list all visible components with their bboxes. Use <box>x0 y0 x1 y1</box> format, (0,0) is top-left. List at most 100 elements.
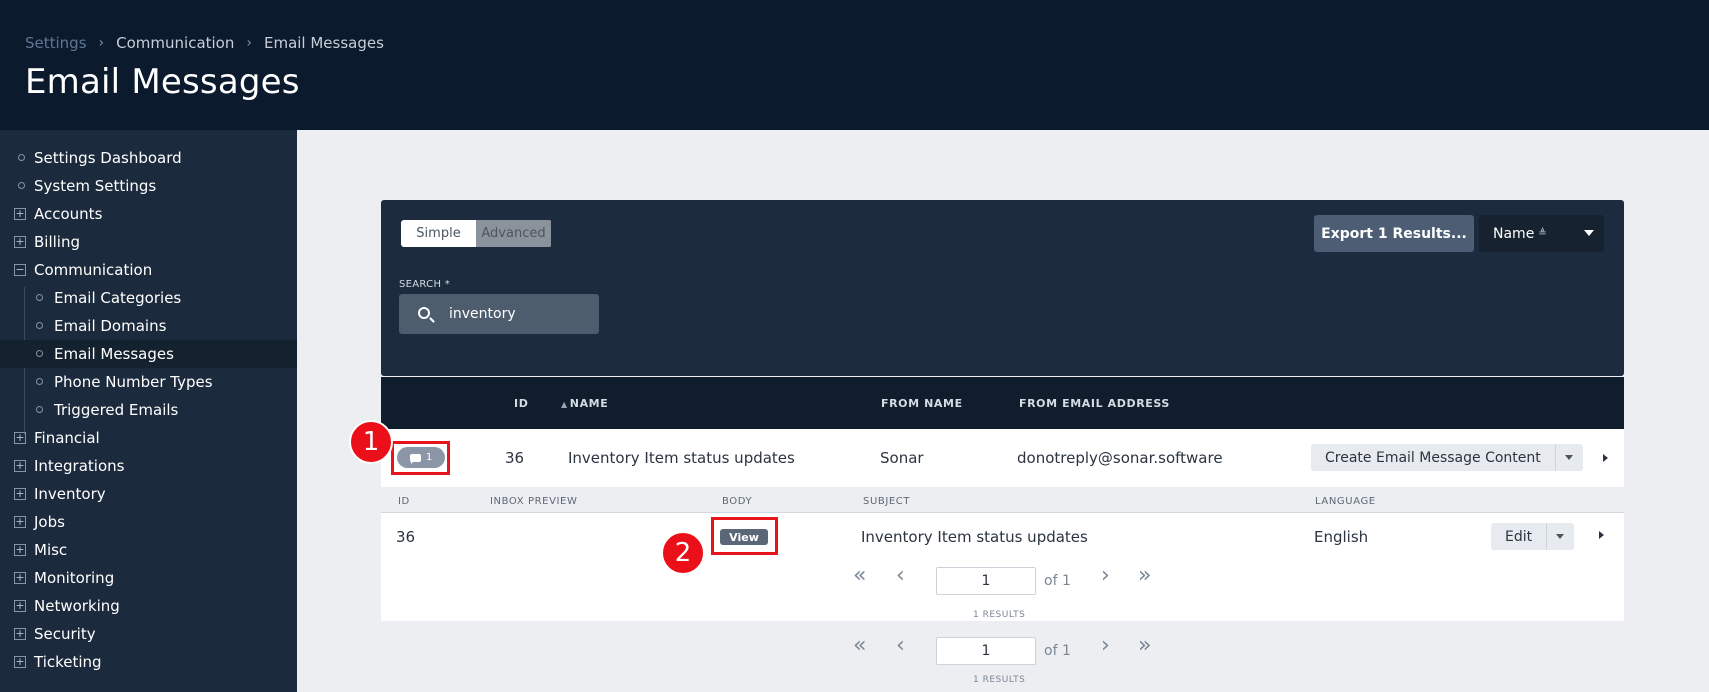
sidebar-item-settings-dashboard[interactable]: Settings Dashboard <box>0 144 297 172</box>
create-content-split-button: Create Email Message Content <box>1311 444 1583 471</box>
expand-icon: + <box>14 599 26 612</box>
circle-icon <box>36 322 43 329</box>
sidebar-item-security[interactable]: + Security <box>0 620 297 648</box>
circle-icon <box>36 406 43 413</box>
sidebar-item-label: Settings Dashboard <box>34 149 182 167</box>
sidebar-item-label: Inventory <box>34 485 106 503</box>
sidebar-item-label: Email Domains <box>54 317 167 335</box>
column-id[interactable]: ID <box>514 397 528 410</box>
sidebar-item-label: Email Categories <box>54 289 182 307</box>
search-box <box>399 294 599 334</box>
table-row[interactable]: 1 36 Inventory Item status updates Sonar… <box>381 429 1624 487</box>
sidebar-item-label: Misc <box>34 541 68 559</box>
sidebar-item-accounts[interactable]: + Accounts <box>0 200 297 228</box>
sidebar-item-label: Financial <box>34 429 100 447</box>
sub-row-language: English <box>1314 528 1369 546</box>
sidebar-item-ticketing[interactable]: + Ticketing <box>0 648 297 676</box>
sidebar-item-label: Security <box>34 625 96 643</box>
row-name: Inventory Item status updates <box>568 449 795 467</box>
circle-icon <box>18 182 25 189</box>
sidebar-item-triggered-emails[interactable]: Triggered Emails <box>0 396 297 424</box>
edit-button[interactable]: Edit <box>1491 523 1548 550</box>
column-name[interactable]: ▲ NAME <box>561 397 608 410</box>
next-page-icon[interactable]: › <box>1101 633 1110 658</box>
page-input[interactable] <box>936 567 1036 595</box>
breadcrumb-settings[interactable]: Settings <box>25 34 87 52</box>
sub-row-id: 36 <box>396 528 416 546</box>
first-page-icon[interactable]: « <box>853 633 866 658</box>
sidebar-item-system-settings[interactable]: System Settings <box>0 172 297 200</box>
prev-page-icon[interactable]: ‹ <box>896 633 905 658</box>
search-label-text: SEARCH <box>399 279 442 290</box>
export-results-button[interactable]: Export 1 Results... <box>1314 215 1474 252</box>
circle-icon <box>18 154 25 161</box>
expand-icon: + <box>14 571 26 584</box>
last-page-icon[interactable]: » <box>1138 633 1151 658</box>
caret-down-icon[interactable] <box>1547 523 1574 550</box>
sidebar-item-label: Email Messages <box>54 345 174 363</box>
sort-asc-icon: ▲ <box>561 400 568 409</box>
sidebar-item-communication[interactable]: − Communication <box>0 256 297 284</box>
column-from-name[interactable]: FROM NAME <box>881 397 963 410</box>
expand-icon: + <box>14 543 26 556</box>
sub-row-subject: Inventory Item status updates <box>861 528 1088 546</box>
expand-icon: + <box>14 515 26 528</box>
sidebar-item-label: System Settings <box>34 177 157 195</box>
prev-page-icon[interactable]: ‹ <box>896 563 905 588</box>
page-input[interactable] <box>936 637 1036 665</box>
expand-row-icon[interactable] <box>1603 454 1608 462</box>
sidebar-item-billing[interactable]: + Billing <box>0 228 297 256</box>
simple-mode-button[interactable]: Simple <box>401 220 476 247</box>
page-header: Settings › Communication › Email Message… <box>0 0 1709 130</box>
sidebar-item-monitoring[interactable]: + Monitoring <box>0 564 297 592</box>
sidebar-item-email-messages[interactable]: Email Messages <box>0 340 297 368</box>
edit-split-button: Edit <box>1491 523 1575 550</box>
sidebar-item-email-categories[interactable]: Email Categories <box>0 284 297 312</box>
search-icon <box>418 307 430 319</box>
main-pager: « ‹ of 1 › » <box>381 633 1624 667</box>
sidebar-item-financial[interactable]: + Financial <box>0 424 297 452</box>
expand-icon: + <box>14 627 26 640</box>
sub-column-language: LANGUAGE <box>1315 496 1376 507</box>
sidebar-item-networking[interactable]: + Networking <box>0 592 297 620</box>
column-from-email[interactable]: FROM EMAIL ADDRESS <box>1019 397 1170 410</box>
search-label-mark: * <box>444 279 451 290</box>
first-page-icon[interactable]: « <box>853 563 866 588</box>
breadcrumb-current: Email Messages <box>263 34 384 52</box>
chevron-right-icon: › <box>98 35 105 51</box>
sidebar-item-label: Communication <box>34 261 153 279</box>
sidebar-item-inventory[interactable]: + Inventory <box>0 480 297 508</box>
caret-down-icon <box>1584 230 1594 236</box>
sub-table: 36 View Inventory Item status updates En… <box>381 513 1624 621</box>
sort-dropdown[interactable]: Name ≜ <box>1479 215 1604 252</box>
sidebar-item-jobs[interactable]: + Jobs <box>0 508 297 536</box>
sidebar-item-phone-number-types[interactable]: Phone Number Types <box>0 368 297 396</box>
chevron-right-icon: › <box>246 35 252 51</box>
collapse-icon: − <box>14 263 26 276</box>
breadcrumb-communication[interactable]: Communication <box>116 34 234 52</box>
page-title: Email Messages <box>25 62 300 102</box>
caret-down-icon[interactable] <box>1556 444 1583 471</box>
last-page-icon[interactable]: » <box>1138 563 1151 588</box>
highlight-box-1 <box>391 441 450 475</box>
sidebar-item-integrations[interactable]: + Integrations <box>0 452 297 480</box>
expand-icon: + <box>14 207 26 220</box>
advanced-mode-button[interactable]: Advanced <box>476 220 551 247</box>
sidebar-item-label: Triggered Emails <box>54 401 179 419</box>
sub-column-inbox-preview: INBOX PREVIEW <box>490 496 578 507</box>
search-mode-toggle: Simple Advanced <box>401 220 552 247</box>
expand-icon: + <box>14 235 26 248</box>
next-page-icon[interactable]: › <box>1101 563 1110 588</box>
circle-icon <box>36 350 43 357</box>
sub-table-header: ID INBOX PREVIEW BODY SUBJECT LANGUAGE <box>381 487 1624 513</box>
search-input[interactable] <box>449 304 589 324</box>
row-from-email: donotreply@sonar.software <box>1017 449 1223 467</box>
expand-icon: + <box>14 431 26 444</box>
expand-row-icon[interactable] <box>1599 531 1604 539</box>
sidebar-item-email-domains[interactable]: Email Domains <box>0 312 297 340</box>
sidebar-item-misc[interactable]: + Misc <box>0 536 297 564</box>
annotation-marker-1: 1 <box>349 420 393 464</box>
create-email-message-content-button[interactable]: Create Email Message Content <box>1311 444 1556 471</box>
results-count: 1 RESULTS <box>973 610 1026 620</box>
sidebar-item-label: Networking <box>34 597 120 615</box>
